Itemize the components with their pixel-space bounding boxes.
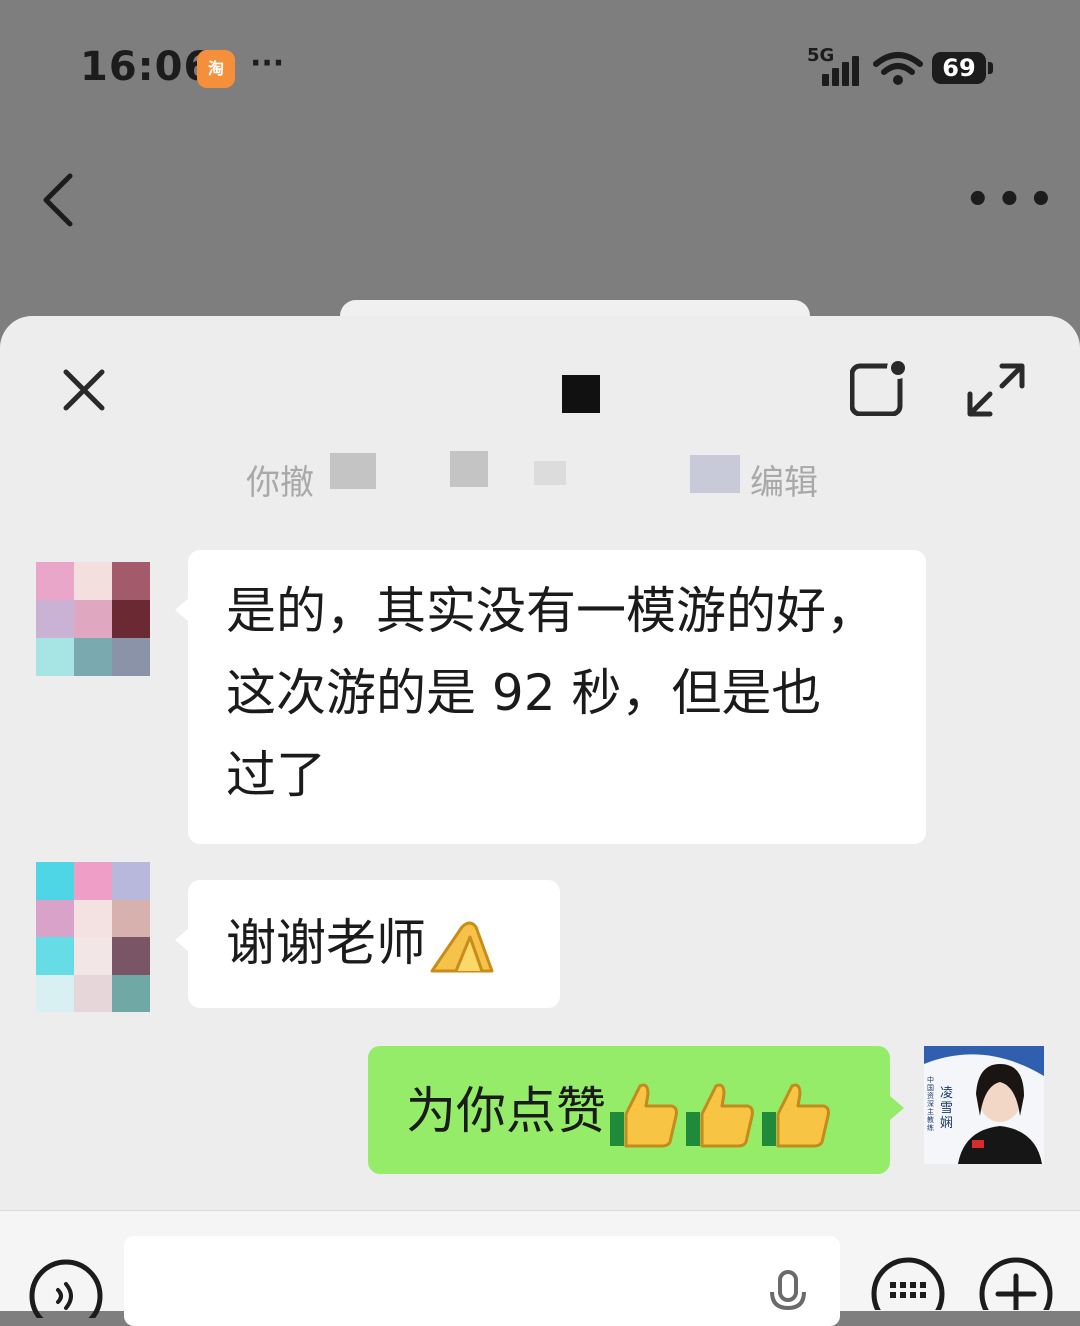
keyboard-icon[interactable] xyxy=(870,1256,946,1310)
contact-avatar[interactable] xyxy=(36,862,150,1012)
voice-icon[interactable] xyxy=(28,1258,104,1318)
system-message-prefix: 你撤 xyxy=(246,463,314,503)
taobao-app-icon: 淘 xyxy=(197,50,235,88)
message-bubble-incoming[interactable]: 是的，其实没有一模游的好， 这次游的是 92 秒，但是也 过了 xyxy=(188,550,926,844)
avatar-caption: 中国资深主教练 xyxy=(927,1076,934,1132)
message-text: 为你点赞 xyxy=(406,1082,606,1140)
message-input[interactable] xyxy=(124,1236,840,1326)
my-avatar[interactable]: 凌雪娴 中国资深主教练 xyxy=(924,1046,1044,1164)
thumbs-up-emoji-icon xyxy=(610,1083,678,1147)
wifi-icon xyxy=(873,52,923,85)
pixelated-block xyxy=(534,461,566,485)
thumbs-up-emoji-icon xyxy=(762,1083,830,1147)
message-bubble-outgoing[interactable]: 为你点赞 xyxy=(368,1046,890,1174)
bubble-tail xyxy=(175,598,189,622)
message-bubble-incoming[interactable]: 谢谢老师 xyxy=(188,880,560,1008)
message-line: 过了 xyxy=(226,746,326,804)
battery-tip xyxy=(988,62,993,74)
message-text: 谢谢老师 xyxy=(226,914,426,972)
microphone-icon[interactable] xyxy=(768,1270,808,1310)
avatar-name-label: 凌雪娴 xyxy=(940,1086,954,1131)
signal-icon xyxy=(820,56,864,86)
bubble-tail xyxy=(175,928,189,952)
message-line: 这次游的是 92 秒，但是也 xyxy=(226,664,822,722)
floating-window-icon[interactable] xyxy=(850,356,910,416)
bubble-tail xyxy=(890,1096,904,1120)
back-arrow-icon[interactable] xyxy=(36,170,80,230)
plus-icon[interactable] xyxy=(976,1256,1056,1310)
folded-hands-emoji-icon xyxy=(430,921,494,972)
expand-icon[interactable] xyxy=(966,362,1026,418)
pixelated-block xyxy=(690,455,740,493)
close-icon[interactable] xyxy=(60,366,108,414)
battery-indicator: 69 xyxy=(932,52,986,84)
pixelated-block xyxy=(330,453,376,489)
status-time: 16:06 xyxy=(80,44,213,90)
edit-link[interactable]: 编辑 xyxy=(750,455,818,504)
contact-avatar[interactable] xyxy=(36,562,150,676)
thumbs-up-emoji-icon xyxy=(686,1083,754,1147)
more-options-icon[interactable]: ••• xyxy=(965,180,1060,220)
system-message: 你撤 编辑 xyxy=(190,451,890,503)
status-bar: 16:06 淘 ··· 5G 69 xyxy=(0,0,1080,140)
status-more-icon: ··· xyxy=(250,46,285,81)
stop-icon[interactable] xyxy=(562,375,600,413)
pixelated-block xyxy=(450,451,488,487)
message-line: 是的，其实没有一模游的好， xyxy=(226,582,876,640)
